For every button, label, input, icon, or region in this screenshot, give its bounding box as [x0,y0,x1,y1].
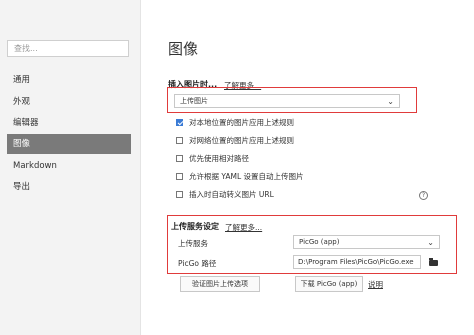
upload-service-select-value: PicGo (app) [299,238,340,246]
upload-service-learn-more-link[interactable]: 了解更多... [225,222,262,233]
option-label: 允许根据 YAML 设置自动上传图片 [189,172,304,181]
checkbox-icon[interactable] [176,173,183,180]
picgo-path-row-label: PicGo 路径 [178,259,217,268]
checkbox-checked-icon[interactable] [176,119,183,126]
sidebar-item-editor[interactable]: 编辑器 [7,113,131,133]
checkbox-icon[interactable] [176,155,183,162]
upload-service-row-label: 上传服务 [178,239,208,248]
insert-image-select-value: 上传图片 [180,97,208,105]
page-title: 图像 [168,40,199,58]
picgo-path-input[interactable]: D:\Program Files\PicGo\PicGo.exe [293,255,421,269]
option-label: 插入时自动转义图片 URL [189,190,274,199]
main-panel: 图像 插入图片时... 了解更多... 上传图片 ⌄ 对本地位置的图片应用上述规… [140,0,474,335]
upload-service-label: 上传服务设定 [171,222,219,231]
checkbox-icon[interactable] [176,137,183,144]
folder-icon[interactable] [429,258,438,266]
option-label: 对本地位置的图片应用上述规则 [189,118,294,127]
sidebar-item-markdown[interactable]: Markdown [7,156,131,176]
search-input[interactable]: 查找... [7,40,129,57]
help-icon[interactable]: ? [419,191,428,200]
sidebar-item-appearance[interactable]: 外观 [7,92,131,112]
insert-image-select[interactable]: 上传图片 ⌄ [174,94,400,108]
sidebar-item-export[interactable]: 导出 [7,177,131,197]
sidebar-item-general[interactable]: 通用 [7,70,131,90]
verify-upload-button[interactable]: 验证图片上传选项 [180,276,260,292]
chevron-down-icon: ⌄ [427,238,434,247]
checkbox-icon[interactable] [176,191,183,198]
sidebar: 查找... 通用 外观 编辑器 图像 Markdown 导出 [0,0,141,335]
download-picgo-button[interactable]: 下载 PicGo (app) [295,276,363,292]
help-link[interactable]: 说明 [368,279,383,290]
sidebar-item-image[interactable]: 图像 [7,134,131,154]
upload-service-select[interactable]: PicGo (app) ⌄ [293,235,440,249]
chevron-down-icon: ⌄ [387,97,394,106]
option-label: 对网络位置的图片应用上述规则 [189,136,294,145]
option-label: 优先使用相对路径 [189,154,249,163]
